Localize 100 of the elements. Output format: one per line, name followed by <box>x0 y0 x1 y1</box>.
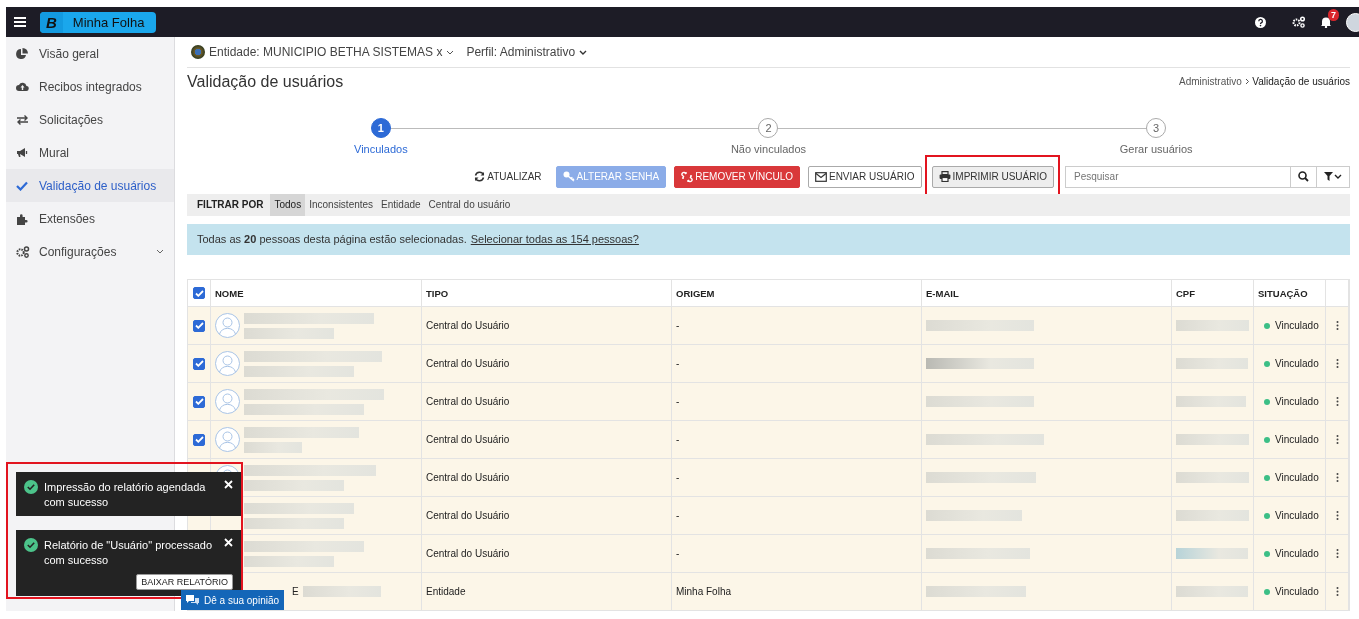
more-options-icon[interactable] <box>1335 435 1339 444</box>
cloud-upload-icon <box>16 81 29 92</box>
status-text: Vinculado <box>1275 358 1319 369</box>
sidebar-item[interactable]: Configurações <box>6 235 174 268</box>
step-number[interactable]: 3 <box>1146 117 1167 138</box>
close-icon[interactable] <box>224 480 233 489</box>
toolbar-button[interactable]: REMOVER VÍNCULO <box>674 165 800 188</box>
pie-chart-icon <box>16 47 28 60</box>
breadcrumb-link[interactable]: Administrativo <box>1178 76 1242 88</box>
filter-option[interactable]: Inconsistentes <box>305 193 378 216</box>
puzzle-piece-icon <box>16 212 28 225</box>
status-text: Vinculado <box>1275 586 1319 597</box>
chevron-down-icon <box>446 49 455 55</box>
toolbar-button[interactable]: IMPRIMIR USUÁRIO <box>931 165 1054 188</box>
redacted-text <box>244 441 302 453</box>
alert-text: Todas as 20 pessoas desta página estão selecionadas. <box>197 233 467 246</box>
user-avatar-icon <box>215 351 240 376</box>
filter-option[interactable]: Entidade <box>377 193 425 216</box>
page-title: Validação de usuários <box>187 72 344 91</box>
swap-arrows-icon <box>16 114 29 125</box>
success-check-icon <box>24 480 38 494</box>
help-icon[interactable] <box>1255 16 1266 28</box>
table-cell: - <box>672 383 922 421</box>
toolbar-button[interactable]: ENVIAR USUÁRIO <box>807 165 922 188</box>
checkbox[interactable] <box>193 319 205 332</box>
success-check-icon <box>24 538 38 552</box>
broken-link-icon <box>681 170 694 183</box>
sidebar-item[interactable]: Solicitações <box>6 103 174 136</box>
table-cell: Minha Folha <box>672 573 922 611</box>
more-options-icon[interactable] <box>1335 321 1339 330</box>
table-cell: - <box>672 345 922 383</box>
more-options-icon[interactable] <box>1335 549 1339 558</box>
search-icon[interactable] <box>1298 171 1309 183</box>
status-text: Vinculado <box>1275 548 1319 559</box>
checkbox[interactable] <box>193 357 205 370</box>
user-avatar-icon <box>215 313 240 338</box>
chat-bubbles-icon <box>186 595 199 605</box>
bell-icon[interactable] <box>1320 16 1332 28</box>
chevron-down-icon <box>156 249 164 254</box>
step-label[interactable]: Vinculados <box>354 142 408 155</box>
profile-selector[interactable]: Perfil: Administrativo <box>466 45 588 60</box>
table-cell: - <box>672 535 922 573</box>
search-field[interactable]: Pesquisar <box>1065 165 1291 188</box>
redacted-text <box>1176 358 1248 369</box>
more-options-icon[interactable] <box>1335 587 1339 596</box>
status-text: Vinculado <box>1275 510 1319 521</box>
close-icon[interactable] <box>224 538 233 547</box>
filter-dropdown-icon[interactable] <box>1324 172 1342 182</box>
more-options-icon[interactable] <box>1335 473 1339 482</box>
table-cell: Central do Usuário <box>422 535 672 573</box>
filter-option[interactable]: Todos <box>270 193 306 216</box>
table-cell: Central do Usuário <box>422 497 672 535</box>
redacted-text <box>1176 548 1248 559</box>
sidebar-item[interactable]: Mural <box>6 136 174 169</box>
app-logo[interactable]: B Minha Folha <box>40 11 157 33</box>
filter-label: FILTRAR POR <box>196 198 265 213</box>
status-text: Vinculado <box>1275 472 1319 483</box>
more-options-icon[interactable] <box>1335 359 1339 368</box>
toast-message: Impressão do relatório agendada com sucesso <box>44 480 207 510</box>
chevron-down-icon <box>579 49 588 55</box>
entity-emblem-icon <box>191 45 205 60</box>
more-options-icon[interactable] <box>1335 397 1339 406</box>
step-number[interactable]: 2 <box>758 117 779 138</box>
table-cell: Central do Usuário <box>422 307 672 345</box>
status-text: Vinculado <box>1275 396 1319 407</box>
step-number[interactable]: 1 <box>370 117 391 138</box>
table-cell: - <box>672 497 922 535</box>
download-report-button[interactable]: BAIXAR RELATÓRIO <box>136 574 233 590</box>
checkmark-icon <box>16 180 28 191</box>
sidebar-item[interactable]: Extensões <box>6 202 174 235</box>
refresh-icon <box>474 171 486 183</box>
table-cell: - <box>672 459 922 497</box>
status-text: Vinculado <box>1275 320 1319 331</box>
step-label[interactable]: Gerar usuários <box>1119 142 1193 155</box>
menu-icon[interactable] <box>14 17 26 27</box>
checkbox[interactable] <box>193 433 205 446</box>
envelope-icon <box>814 171 827 182</box>
sidebar-item[interactable]: Visão geral <box>6 37 174 70</box>
checkbox[interactable] <box>193 287 205 299</box>
toast-message: Relatório de "Usuário" processado com sucesso <box>44 538 213 568</box>
more-options-icon[interactable] <box>1335 511 1339 520</box>
step-label[interactable]: Não vinculados <box>730 142 807 155</box>
table-cell: Central do Usuário <box>422 459 672 497</box>
table-cell: Central do Usuário <box>422 383 672 421</box>
redacted-text <box>1176 396 1246 407</box>
status-text: Vinculado <box>1275 434 1319 445</box>
sidebar-item[interactable]: Validação de usuários <box>6 169 174 202</box>
entity-selector[interactable]: Entidade: MUNICIPIO BETHA SISTEMAS x <box>209 45 455 60</box>
user-avatar-icon[interactable] <box>1346 12 1359 32</box>
refresh-link[interactable]: ATUALIZAR <box>468 165 548 188</box>
chevron-right-icon <box>1244 78 1250 86</box>
gears-icon[interactable] <box>1292 16 1306 28</box>
table-cell: Central do Usuário <box>422 345 672 383</box>
table-cell: - <box>672 421 922 459</box>
filter-option[interactable]: Central do usuário <box>424 193 515 216</box>
feedback-button[interactable]: Dê a sua opinião <box>181 590 285 610</box>
redacted-text <box>1176 586 1248 597</box>
checkbox[interactable] <box>193 395 205 408</box>
sidebar-item[interactable]: Recibos integrados <box>6 70 174 103</box>
select-all-link[interactable]: Selecionar todas as 154 pessoas? <box>470 233 639 246</box>
